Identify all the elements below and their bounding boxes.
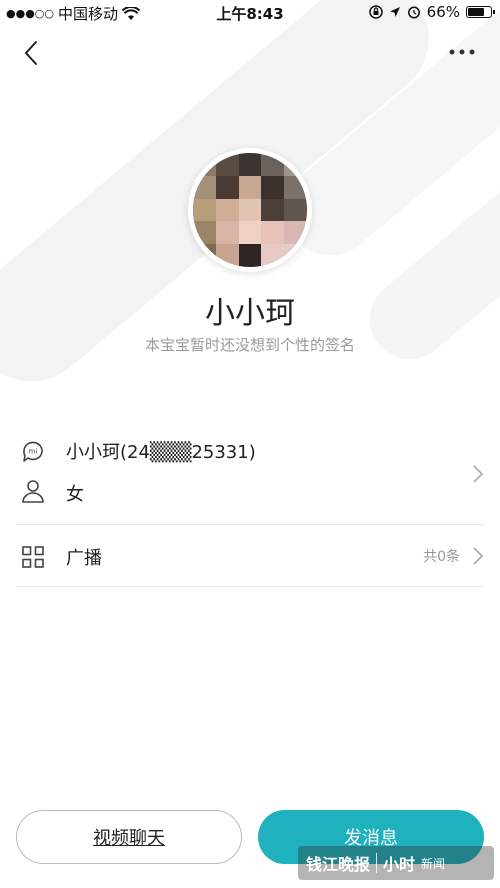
chevron-right-icon <box>473 465 484 483</box>
broadcast-row[interactable]: 广播 共0条 <box>0 526 500 586</box>
alarm-icon <box>407 6 420 19</box>
account-info-row[interactable]: mi 小小珂(24▒▒▒25331) 女 <box>0 428 500 524</box>
watermark-logo: 钱江晚报 小时 新闻 <box>298 846 494 880</box>
battery-percent: 66% <box>426 3 460 21</box>
broadcast-label: 广播 <box>66 548 102 569</box>
rotation-lock-icon <box>368 5 383 19</box>
person-icon <box>22 480 44 503</box>
divider <box>16 524 484 525</box>
broadcast-count: 共0条 <box>423 549 460 565</box>
divider <box>16 586 484 587</box>
profile-signature: 本宝宝暂时还没想到个性的签名 <box>144 336 355 354</box>
battery-fill <box>468 8 484 16</box>
watermark-separator <box>376 853 378 873</box>
battery-icon <box>466 6 495 18</box>
video-chat-button[interactable]: 视频聊天 <box>16 810 242 864</box>
mi-chat-icon: mi <box>23 441 43 462</box>
account-id: 小小珂(24▒▒▒25331) <box>66 442 256 463</box>
chevron-right-icon <box>473 547 484 565</box>
watermark-sub: 小时 <box>383 855 416 874</box>
avatar[interactable] <box>188 148 312 272</box>
grid-icon <box>22 546 44 568</box>
svg-text:mi: mi <box>29 448 38 456</box>
status-bar: ●●●○○ 中国移动 上午8:43 66% <box>0 0 500 24</box>
profile-nickname: 小小珂 <box>205 296 295 331</box>
chevron-left-icon <box>24 41 37 65</box>
location-arrow-icon <box>389 7 400 17</box>
gender-value: 女 <box>66 484 84 505</box>
watermark-brand: 钱江晚报 <box>306 855 371 874</box>
back-button[interactable] <box>18 36 48 70</box>
more-dots-icon <box>449 49 475 55</box>
more-options-button[interactable] <box>446 42 478 62</box>
avatar-image <box>193 153 307 267</box>
watermark-tag: 新闻 <box>421 856 446 871</box>
